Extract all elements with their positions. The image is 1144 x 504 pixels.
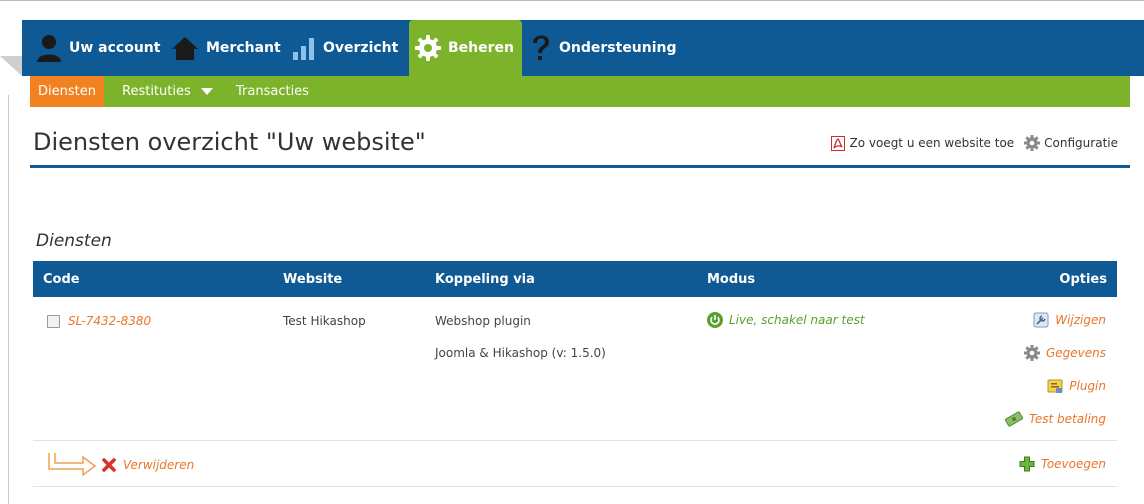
option-test-betaling[interactable]: Test betaling bbox=[1005, 411, 1106, 427]
subnav-label: Diensten bbox=[38, 84, 96, 99]
col-modus: Modus bbox=[707, 271, 756, 287]
gear-icon bbox=[415, 35, 441, 61]
nav-item-overzicht[interactable]: Overzicht bbox=[292, 20, 398, 75]
row-divider bbox=[33, 440, 1117, 441]
col-code: Code bbox=[43, 271, 80, 287]
row-checkbox[interactable] bbox=[47, 314, 60, 328]
config-link[interactable]: Configuratie bbox=[1024, 135, 1118, 151]
col-website: Website bbox=[283, 271, 343, 287]
footer-divider bbox=[33, 486, 1117, 487]
top-border bbox=[0, 0, 1144, 1]
add-action[interactable]: Toevoegen bbox=[1019, 456, 1106, 472]
power-icon bbox=[707, 312, 723, 328]
nav-corner bbox=[0, 56, 22, 76]
subnav-item-diensten[interactable]: Diensten bbox=[30, 76, 104, 107]
nav-label: Ondersteuning bbox=[559, 39, 677, 56]
col-koppeling: Koppeling via bbox=[435, 271, 535, 287]
help-link-label: Zo voegt u een website toe bbox=[849, 136, 1015, 150]
add-label: Toevoegen bbox=[1040, 457, 1106, 471]
table-header: Code Website Koppeling via Modus Opties bbox=[33, 261, 1117, 297]
help-link[interactable]: Zo voegt u een website toe bbox=[831, 135, 1015, 151]
modus-label: Live, schakel naar test bbox=[729, 313, 865, 327]
row-website: Test Hikashop bbox=[283, 314, 366, 328]
option-plugin[interactable]: Plugin bbox=[1047, 378, 1106, 394]
title-divider bbox=[30, 165, 1130, 168]
subnav-item-transacties[interactable]: Transacties bbox=[236, 76, 309, 107]
option-label: Plugin bbox=[1069, 379, 1106, 393]
delete-icon bbox=[102, 458, 116, 472]
option-wijzigen[interactable]: Wijzigen bbox=[1033, 312, 1106, 328]
bar-chart-icon bbox=[293, 37, 314, 60]
subnav-item-restituties[interactable]: Restituties bbox=[122, 76, 213, 107]
nav-label: Merchant bbox=[206, 39, 281, 56]
nav-item-ondersteuning[interactable]: Ondersteuning bbox=[530, 20, 677, 75]
arrow-icon bbox=[48, 453, 97, 477]
modus-link[interactable]: Live, schakel naar test bbox=[707, 312, 865, 328]
col-opties: Opties bbox=[1059, 271, 1107, 287]
cog-icon bbox=[1024, 135, 1041, 151]
nav-label: Uw account bbox=[69, 39, 161, 56]
plugin-icon bbox=[1047, 379, 1063, 393]
main-nav: Uw account Merchant Overzicht Beheren On… bbox=[22, 20, 1144, 76]
subnav-label: Restituties bbox=[122, 84, 191, 99]
table-row-code: SL-7432-8380 bbox=[47, 314, 151, 328]
option-gegevens[interactable]: Gegevens bbox=[1023, 345, 1106, 361]
pdf-icon bbox=[831, 135, 846, 151]
settings-icon bbox=[1023, 345, 1040, 361]
money-icon bbox=[1005, 411, 1024, 427]
delete-label: Verwijderen bbox=[123, 458, 195, 472]
nav-label: Overzicht bbox=[323, 39, 399, 56]
page: Uw account Merchant Overzicht Beheren On… bbox=[0, 0, 1144, 504]
service-code-link[interactable]: SL-7432-8380 bbox=[68, 314, 151, 328]
nav-item-uw-account[interactable]: Uw account bbox=[36, 20, 160, 75]
header-links: Zo voegt u een website toe Configuratie bbox=[821, 135, 1118, 151]
home-icon bbox=[172, 36, 198, 60]
subnav-label: Transacties bbox=[236, 84, 309, 99]
option-label: Gegevens bbox=[1045, 346, 1106, 360]
config-link-label: Configuratie bbox=[1044, 136, 1118, 150]
row-koppeling: Webshop plugin bbox=[435, 314, 531, 328]
sub-nav: Diensten Restituties Transacties bbox=[30, 76, 1130, 107]
plus-icon bbox=[1019, 456, 1035, 472]
question-icon bbox=[533, 34, 549, 60]
nav-item-beheren[interactable]: Beheren bbox=[409, 20, 522, 76]
option-label: Wijzigen bbox=[1055, 313, 1106, 327]
wrench-icon bbox=[1033, 312, 1049, 328]
delete-action[interactable]: Verwijderen bbox=[47, 452, 194, 478]
left-border bbox=[8, 95, 9, 504]
user-icon bbox=[37, 34, 61, 62]
nav-item-merchant[interactable]: Merchant bbox=[171, 20, 281, 75]
nav-label: Beheren bbox=[448, 40, 514, 56]
page-title: Diensten overzicht "Uw website" bbox=[33, 128, 426, 156]
section-title: Diensten bbox=[36, 231, 112, 251]
row-koppeling-version: Joomla & Hikashop (v: 1.5.0) bbox=[435, 346, 606, 360]
caret-down-icon bbox=[200, 88, 213, 95]
option-label: Test betaling bbox=[1029, 412, 1106, 426]
